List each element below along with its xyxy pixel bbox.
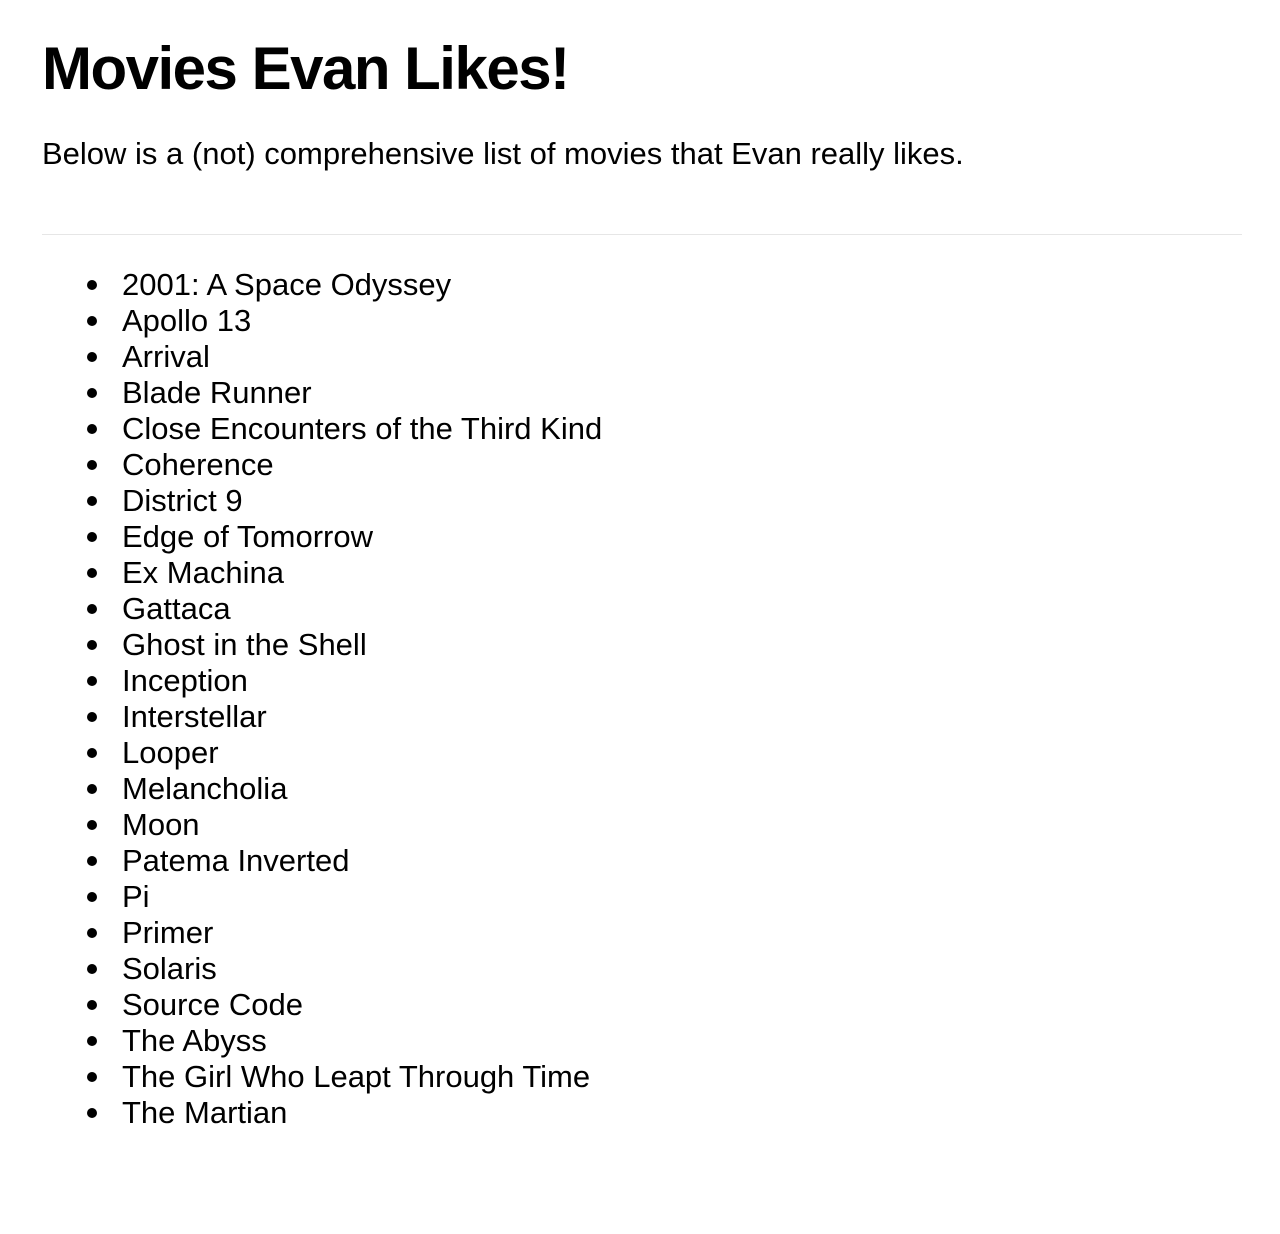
bullet-icon — [87, 1108, 97, 1118]
movie-title: Inception — [122, 663, 248, 698]
list-item: District 9 — [87, 483, 1242, 519]
movie-title: Pi — [122, 879, 150, 914]
movie-title: Ghost in the Shell — [122, 627, 367, 662]
movie-title: District 9 — [122, 483, 243, 518]
list-item: The Abyss — [87, 1023, 1242, 1059]
movie-title: 2001: A Space Odyssey — [122, 267, 452, 302]
list-item: Source Code — [87, 987, 1242, 1023]
movie-title: Patema Inverted — [122, 843, 350, 878]
bullet-icon — [87, 856, 97, 866]
list-item: Ex Machina — [87, 555, 1242, 591]
bullet-icon — [87, 784, 97, 794]
list-item: Patema Inverted — [87, 843, 1242, 879]
bullet-icon — [87, 640, 97, 650]
bullet-icon — [87, 964, 97, 974]
list-item: Inception — [87, 663, 1242, 699]
movie-title: Edge of Tomorrow — [122, 519, 373, 554]
list-item: 2001: A Space Odyssey — [87, 267, 1242, 303]
list-item: Primer — [87, 915, 1242, 951]
list-item: Looper — [87, 735, 1242, 771]
movie-title: Blade Runner — [122, 375, 312, 410]
bullet-icon — [87, 424, 97, 434]
movie-title: Primer — [122, 915, 214, 950]
bullet-icon — [87, 748, 97, 758]
bullet-icon — [87, 316, 97, 326]
movie-title: Apollo 13 — [122, 303, 252, 338]
list-item: Pi — [87, 879, 1242, 915]
movie-list: 2001: A Space Odyssey Apollo 13 Arrival Bla… — [42, 267, 1242, 1131]
bullet-icon — [87, 388, 97, 398]
bullet-icon — [87, 568, 97, 578]
bullet-icon — [87, 928, 97, 938]
bullet-icon — [87, 352, 97, 362]
movie-title: Melancholia — [122, 771, 288, 806]
movie-title: Looper — [122, 735, 219, 770]
movie-title: Solaris — [122, 951, 217, 986]
list-item: Ghost in the Shell — [87, 627, 1242, 663]
list-item: Coherence — [87, 447, 1242, 483]
movie-title: The Abyss — [122, 1023, 267, 1058]
divider — [42, 234, 1242, 235]
list-item: Blade Runner — [87, 375, 1242, 411]
movie-title: Gattaca — [122, 591, 231, 626]
bullet-icon — [87, 676, 97, 686]
list-item: The Martian — [87, 1095, 1242, 1131]
bullet-icon — [87, 604, 97, 614]
movie-title: Close Encounters of the Third Kind — [122, 411, 603, 446]
movie-title: The Martian — [122, 1095, 288, 1130]
movie-title: Source Code — [122, 987, 303, 1022]
bullet-icon — [87, 820, 97, 830]
list-item: Edge of Tomorrow — [87, 519, 1242, 555]
movie-title: Coherence — [122, 447, 274, 482]
movie-title: The Girl Who Leapt Through Time — [122, 1059, 591, 1094]
bullet-icon — [87, 496, 97, 506]
movie-title: Arrival — [122, 339, 210, 374]
bullet-icon — [87, 532, 97, 542]
bullet-icon — [87, 1036, 97, 1046]
movie-title: Moon — [122, 807, 200, 842]
movie-title: Interstellar — [122, 699, 267, 734]
intro-text: Below is a (not) comprehensive list of m… — [42, 136, 964, 171]
bullet-icon — [87, 280, 97, 290]
bullet-icon — [87, 460, 97, 470]
page: Movies Evan Likes! Below is a (not) comp… — [0, 0, 1280, 1131]
bullet-icon — [87, 712, 97, 722]
list-item: Apollo 13 — [87, 303, 1242, 339]
list-item: Moon — [87, 807, 1242, 843]
list-item: Arrival — [87, 339, 1242, 375]
bullet-icon — [87, 1000, 97, 1010]
list-item: Melancholia — [87, 771, 1242, 807]
page-title: Movies Evan Likes! — [42, 35, 570, 102]
bullet-icon — [87, 1072, 97, 1082]
list-item: The Girl Who Leapt Through Time — [87, 1059, 1242, 1095]
list-item: Close Encounters of the Third Kind — [87, 411, 1242, 447]
bullet-icon — [87, 892, 97, 902]
list-item: Gattaca — [87, 591, 1242, 627]
list-item: Interstellar — [87, 699, 1242, 735]
list-item: Solaris — [87, 951, 1242, 987]
movie-title: Ex Machina — [122, 555, 284, 590]
